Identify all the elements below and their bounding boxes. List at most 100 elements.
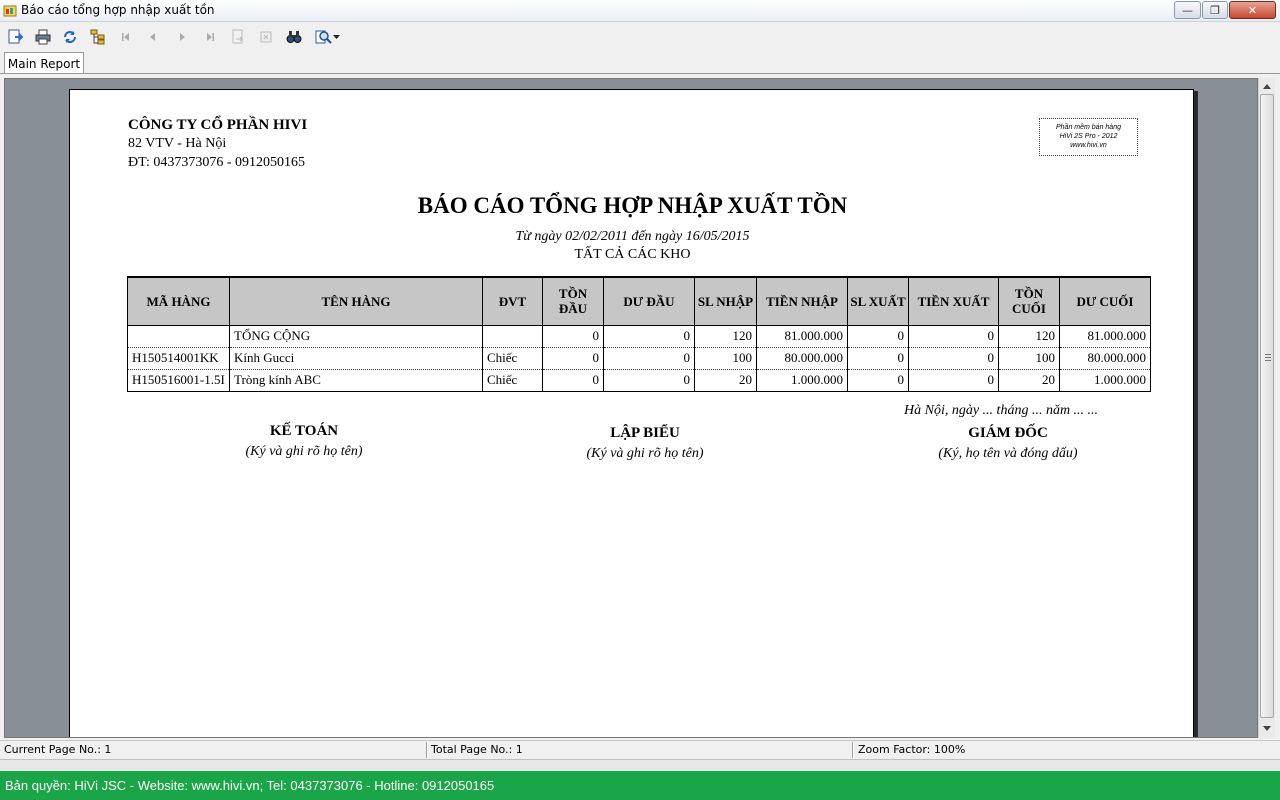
app-icon	[3, 5, 17, 17]
group-tree-button[interactable]	[88, 27, 108, 47]
cell-closing-qty: 100	[998, 347, 1060, 370]
tab-main-report[interactable]: Main Report	[4, 52, 84, 74]
column-header: DƯ ĐẦU	[603, 276, 695, 326]
cell-out-qty: 0	[847, 369, 909, 392]
cell-in-qty: 120	[694, 325, 757, 348]
export-button[interactable]	[5, 27, 25, 47]
total-page-status: Total Page No.: 1	[431, 743, 523, 756]
cell-out-value: 0	[908, 369, 999, 392]
cell-in-value: 81.000.000	[756, 325, 848, 348]
column-header: TÊN HÀNG	[229, 276, 483, 326]
stop-button[interactable]	[256, 27, 276, 47]
table-row: H150516001-1.5I Tròng kính ABC Chiếc 0 0…	[127, 369, 1151, 392]
goto-page-button[interactable]	[228, 27, 248, 47]
refresh-icon	[64, 31, 76, 43]
cell-unit: Chiếc	[482, 347, 543, 370]
cell-opening-qty: 0	[542, 369, 604, 392]
chevron-down-icon	[332, 34, 340, 39]
column-header: TỒN CUỐI	[998, 276, 1060, 326]
cell-item-name: Tròng kính ABC	[229, 369, 483, 392]
grip-line	[1265, 360, 1271, 361]
cell-closing-value: 80.000.000	[1059, 347, 1151, 370]
report-date-range: Từ ngày 02/02/2011 đến ngày 16/05/2015	[515, 229, 750, 244]
company-address: 82 VTV - Hà Nội	[128, 136, 227, 151]
cell-item-code	[127, 325, 230, 348]
column-header: TỒN ĐẦU	[542, 276, 604, 326]
cell-opening-qty: 0	[542, 325, 604, 348]
status-divider	[852, 742, 854, 758]
column-header: MÃ HÀNG	[127, 276, 230, 326]
refresh-button[interactable]	[60, 27, 80, 47]
window-title: Báo cáo tổng hợp nhập xuất tồn	[21, 3, 215, 17]
signature-note: (Ký và ghi rõ họ tên)	[245, 444, 363, 459]
report-toolbar	[0, 23, 1280, 51]
scroll-down-button[interactable]	[1259, 720, 1275, 736]
signature-director: GIÁM ĐỐC (Ký, họ tên và đóng dấu)	[923, 425, 1093, 462]
signature-preparer: LẬP BIỂU (Ký và ghi rõ họ tên)	[575, 425, 715, 462]
status-bar: Current Page No.: 1 Total Page No.: 1 Zo…	[0, 740, 1280, 759]
signature-role: GIÁM ĐỐC	[968, 425, 1048, 441]
cell-out-qty: 0	[847, 325, 909, 348]
stop-icon	[260, 31, 272, 43]
cell-opening-qty: 0	[542, 347, 604, 370]
signature-place-date: Hà Nội, ngày ... tháng ... năm ... ...	[904, 403, 1099, 418]
vertical-scrollbar[interactable]	[1258, 78, 1275, 738]
prev-page-button[interactable]	[143, 27, 163, 47]
cell-in-value: 80.000.000	[756, 347, 848, 370]
grip-line	[1265, 354, 1271, 355]
scrollbar-thumb[interactable]	[1260, 94, 1274, 718]
inventory-table: MÃ HÀNG TÊN HÀNG ĐVT TỒN ĐẦU DƯ ĐẦU SL N…	[127, 276, 1151, 392]
cell-item-code: H150514001KK	[127, 347, 230, 370]
stamp-line: HiVi 2S Pro - 2012	[1059, 133, 1118, 140]
column-header: TIỀN NHẬP	[756, 276, 848, 326]
table-row-total: TỔNG CỘNG 0 0 120 81.000.000 0 0 120 81.…	[127, 325, 1151, 348]
cell-closing-value: 1.000.000	[1059, 369, 1151, 392]
chevron-up-icon	[1263, 83, 1271, 89]
cell-item-name: Kính Gucci	[229, 347, 483, 370]
next-page-button[interactable]	[172, 27, 192, 47]
last-page-icon	[207, 33, 214, 41]
next-page-icon	[180, 33, 185, 41]
find-button[interactable]	[284, 27, 304, 47]
stamp-line: Phần mềm bán hàng	[1056, 124, 1121, 131]
status-divider	[426, 742, 428, 758]
title-bar: Báo cáo tổng hợp nhập xuất tồn — ❐ ✕	[0, 0, 1280, 22]
zoom-dropdown[interactable]	[312, 27, 342, 47]
report-warehouse: TẤT CẢ CÁC KHO	[574, 247, 691, 262]
company-phone: ĐT: 0437373076 - 0912050165	[128, 155, 306, 170]
report-title: BÁO CÁO TỔNG HỢP NHẬP XUẤT TỒN	[417, 193, 848, 218]
stamp-line: www.hivi.vn	[1070, 142, 1107, 149]
export-icon	[8, 29, 23, 44]
last-page-button[interactable]	[200, 27, 220, 47]
cell-item-code: H150516001-1.5I	[127, 369, 230, 392]
print-icon	[35, 29, 51, 45]
column-header: DƯ CUỐI	[1059, 276, 1151, 326]
restore-button[interactable]: ❐	[1202, 1, 1228, 19]
minimize-button[interactable]: —	[1174, 1, 1201, 19]
cell-in-qty: 20	[694, 369, 757, 392]
table-row: H150514001KK Kính Gucci Chiếc 0 0 100 80…	[127, 347, 1151, 370]
zoom-icon	[315, 30, 332, 44]
cell-item-name: TỔNG CỘNG	[229, 325, 483, 348]
cell-closing-value: 81.000.000	[1059, 325, 1151, 348]
scroll-up-button[interactable]	[1259, 78, 1275, 94]
cell-out-value: 0	[908, 325, 999, 348]
grip-line	[1265, 357, 1271, 358]
cell-out-qty: 0	[847, 347, 909, 370]
cell-opening-value: 0	[603, 325, 695, 348]
software-stamp: Phần mềm bán hàng HiVi 2S Pro - 2012 www…	[1039, 118, 1138, 156]
first-page-button[interactable]	[116, 27, 136, 47]
column-header: TIỀN XUẤT	[908, 276, 999, 326]
report-preview-area[interactable]: CÔNG TY CỔ PHẦN HIVI 82 VTV - Hà Nội ĐT:…	[4, 78, 1258, 738]
cell-in-value: 1.000.000	[756, 369, 848, 392]
signature-role: LẬP BIỂU	[610, 425, 680, 441]
print-button[interactable]	[33, 27, 53, 47]
column-header: ĐVT	[482, 276, 543, 326]
prev-page-icon	[150, 33, 155, 41]
chevron-down-icon	[1263, 725, 1271, 731]
current-page-status: Current Page No.: 1	[4, 743, 112, 756]
close-button[interactable]: ✕	[1229, 1, 1276, 19]
find-icon	[286, 31, 302, 43]
cell-out-value: 0	[908, 347, 999, 370]
cell-opening-value: 0	[603, 347, 695, 370]
